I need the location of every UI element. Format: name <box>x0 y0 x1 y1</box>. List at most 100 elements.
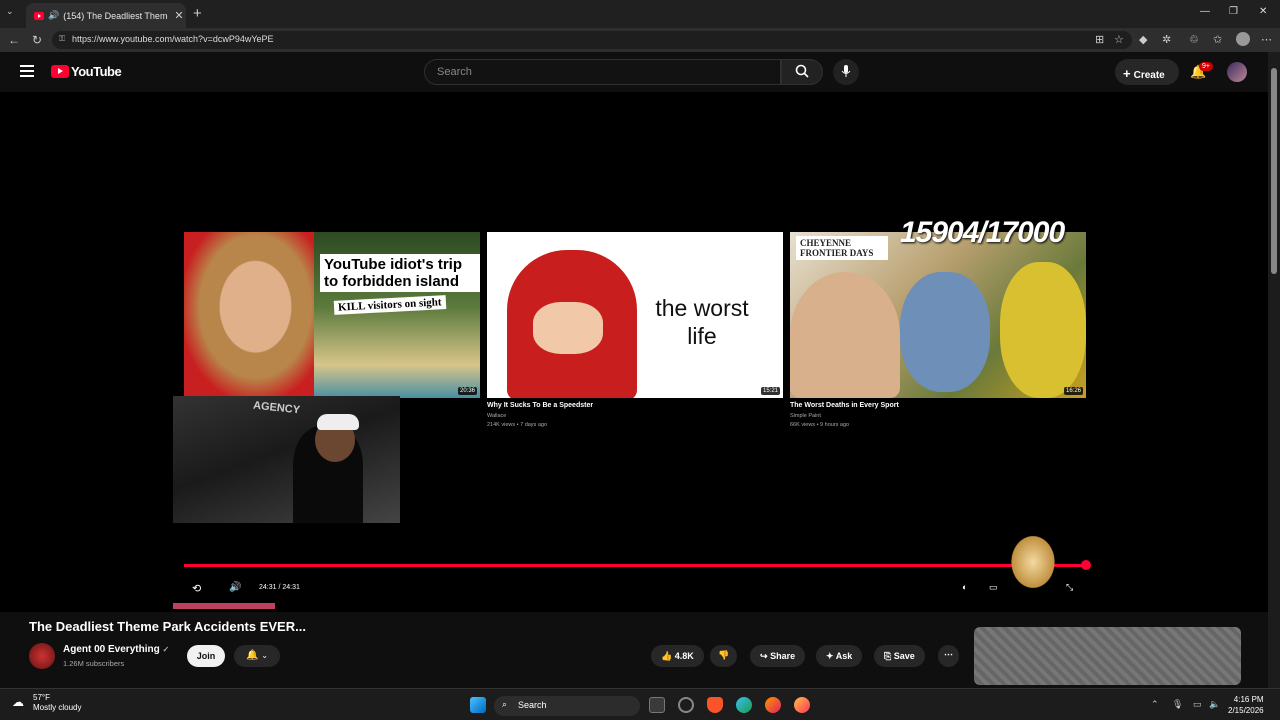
cloud-icon: ☁ <box>12 695 24 709</box>
youtube-header: YouTube Search + Create 🔔 9+ <box>0 52 1268 92</box>
close-tab-icon[interactable]: ✕ <box>172 9 186 22</box>
taskbar-search[interactable]: ⌕ Search <box>494 696 640 716</box>
extension-icon[interactable]: ◆ <box>1139 33 1147 46</box>
speaker-icon[interactable]: 🔈 <box>1209 699 1220 710</box>
thumbs-up-icon: 👍 <box>661 651 673 661</box>
volume-icon[interactable]: 🔊 <box>229 582 241 593</box>
ask-button[interactable]: ✦ Ask <box>816 645 863 667</box>
voice-search-button[interactable] <box>833 59 859 85</box>
autoplay-toggle[interactable]: ◐ <box>962 582 967 592</box>
task-view-icon[interactable] <box>649 697 665 713</box>
page-scrollbar[interactable] <box>1268 52 1280 688</box>
minimize-icon[interactable]: — <box>1200 6 1210 17</box>
subscription-bell-button[interactable]: 🔔 ⌄ <box>234 645 280 667</box>
exit-fullscreen-icon[interactable]: ⤡ <box>1066 582 1073 593</box>
tab-title: (154) The Deadliest Theme Pa <box>63 10 168 21</box>
windows-taskbar: ☁ 57°F Mostly cloudy ⌕ Search ⌃ 🎙 ▭ 🔈 4:1… <box>0 688 1280 720</box>
end-card-meta: 214K views • 7 days ago <box>487 422 548 428</box>
save-label: Save <box>893 651 915 661</box>
site-info-icon[interactable]: ⚿ <box>59 34 65 44</box>
end-card-thumbnail: the worst life 15:21 <box>487 232 783 398</box>
app-available-icon[interactable]: ⊞ <box>1095 33 1104 46</box>
end-card-channel: Simple Paint <box>790 413 821 419</box>
browser-tab[interactable]: 🔊 (154) The Deadliest Theme Pa ✕ <box>26 3 186 28</box>
end-card-thumbnail: YouTube idiot's trip to forbidden island… <box>184 232 480 398</box>
search-input[interactable]: Search <box>424 59 781 85</box>
firefox-icon[interactable] <box>765 697 781 713</box>
plus-icon: + <box>1123 66 1131 81</box>
back-icon[interactable]: ← <box>8 33 20 47</box>
channel-avatar[interactable] <box>29 643 55 669</box>
replay-icon[interactable]: ⟲ <box>192 582 201 595</box>
channel-name[interactable]: Agent 00 Everything ✓ <box>63 644 169 655</box>
notification-count-badge: 9+ <box>1199 62 1213 71</box>
stream-goal-counter: 15904/17000 <box>900 216 1065 249</box>
taskbar-search-label: Search <box>518 700 547 710</box>
scrollbar-thumb[interactable] <box>1271 68 1277 274</box>
video-player[interactable]: YouTube idiot's trip to forbidden island… <box>0 92 1268 612</box>
webcam-wall-sign: AGENCY <box>252 399 301 417</box>
weather-condition: Mostly cloudy <box>33 703 82 712</box>
edge-browser-icon[interactable] <box>736 697 752 713</box>
close-window-icon[interactable]: ✕ <box>1259 6 1267 17</box>
brave-browser-icon[interactable] <box>707 697 723 713</box>
account-avatar[interactable] <box>1227 62 1247 82</box>
dislike-button[interactable]: 👎 <box>710 645 738 667</box>
time-display: 24:31 / 24:31 <box>259 584 300 591</box>
presenter-face <box>184 232 314 398</box>
url-field[interactable]: ⚿ https://www.youtube.com/watch?v=dcwP94… <box>52 31 1132 49</box>
profile-avatar[interactable] <box>1236 32 1250 46</box>
tray-chevron-icon[interactable]: ⌃ <box>1151 699 1159 710</box>
thumbnail-overlay-text: the worst life <box>655 295 749 349</box>
join-button[interactable]: Join <box>187 645 225 667</box>
address-bar-row: ← ↻ ⚿ https://www.youtube.com/watch?v=dc… <box>0 28 1280 52</box>
favorites-icon[interactable]: ✩ <box>1213 33 1222 46</box>
sparkle-icon: ✦ <box>826 651 834 661</box>
app-icon-circle[interactable] <box>678 697 694 713</box>
reload-icon[interactable]: ↻ <box>32 33 42 47</box>
mic-tray-icon[interactable]: 🎙 <box>1172 699 1183 710</box>
url-text: https://www.youtube.com/watch?v=dcwP94wY… <box>72 34 274 44</box>
duration-badge: 20:36 <box>457 387 477 395</box>
end-card-2[interactable]: the worst life 15:21 Why It Sucks To Be … <box>487 232 783 438</box>
save-button[interactable]: ⎘ Save <box>874 645 925 667</box>
scrubber-handle[interactable] <box>1081 560 1091 570</box>
favorite-star-icon[interactable]: ☆ <box>1114 33 1124 46</box>
browser-essentials-icon[interactable]: ♲ <box>1189 33 1199 46</box>
new-tab-button[interactable]: + <box>193 5 202 22</box>
link-tooltip <box>173 603 275 609</box>
youtube-logo-text: YouTube <box>71 64 122 79</box>
progress-bar[interactable] <box>184 564 1086 567</box>
end-card-title: The Worst Deaths in Every Sport <box>790 402 899 409</box>
search-icon <box>795 64 809 78</box>
more-horizontal-icon: ⋯ <box>944 649 953 659</box>
ask-label: Ask <box>835 651 853 661</box>
system-clock[interactable]: 4:16 PM 2/15/2026 <box>1228 694 1264 716</box>
subtitles-icon[interactable]: ▭ <box>989 582 998 593</box>
tab-list-icon[interactable]: ⌄ <box>6 6 14 17</box>
browser-tab-bar: ⌄ 🔊 (154) The Deadliest Theme Pa ✕ + — ❐… <box>0 0 1280 28</box>
more-actions-button[interactable]: ⋯ <box>938 645 959 667</box>
youtube-logo[interactable]: YouTube <box>51 64 122 79</box>
speedster-face <box>533 302 603 354</box>
thumbnail-subline: KILL visitors on sight <box>333 295 446 315</box>
search-button[interactable] <box>781 59 823 85</box>
end-card-thumbnail: CHEYENNE FRONTIER DAYS 16:26 <box>790 232 1086 398</box>
network-icon[interactable]: ▭ <box>1193 699 1202 710</box>
share-button[interactable]: ↪ Share <box>750 645 806 667</box>
temperature: 57°F <box>33 693 50 702</box>
guide-menu-icon[interactable] <box>20 65 34 80</box>
restore-icon[interactable]: ❐ <box>1229 6 1238 17</box>
like-count: 4.8K <box>674 651 694 661</box>
extensions-puzzle-icon[interactable]: ✲ <box>1162 33 1171 46</box>
mute-tab-icon[interactable]: 🔊 <box>48 10 59 21</box>
start-icon[interactable] <box>470 697 486 713</box>
firefox-alt-icon[interactable] <box>794 697 810 713</box>
clock-time: 4:16 PM <box>1233 695 1264 704</box>
like-button[interactable]: 👍 4.8K <box>651 645 704 667</box>
end-card-3[interactable]: CHEYENNE FRONTIER DAYS 16:26 The Worst D… <box>790 232 1086 438</box>
weather-widget[interactable]: ☁ 57°F Mostly cloudy <box>12 693 81 713</box>
more-menu-icon[interactable]: ⋯ <box>1261 33 1272 46</box>
bookmark-icon: ⎘ <box>884 651 892 661</box>
create-button[interactable]: + Create <box>1115 59 1179 85</box>
